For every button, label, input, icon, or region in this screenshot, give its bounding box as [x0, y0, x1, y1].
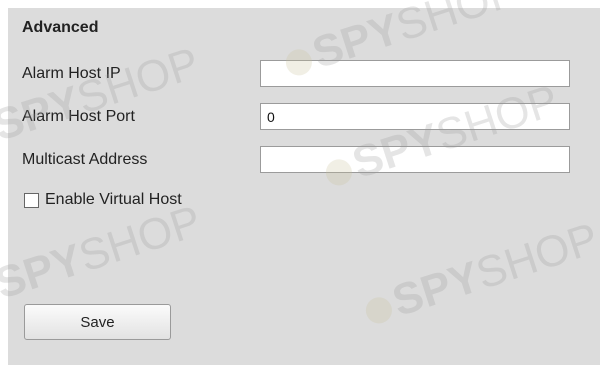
enable-virtual-host-checkbox[interactable]	[24, 192, 39, 208]
alarm-host-port-input[interactable]	[260, 103, 570, 130]
section-title: Advanced	[22, 19, 99, 36]
advanced-panel: Advanced Alarm Host IP Alarm Host Port M…	[8, 8, 600, 365]
alarm-host-ip-input[interactable]	[260, 60, 570, 87]
enable-virtual-host-label[interactable]: Enable Virtual Host	[45, 191, 182, 209]
alarm-host-ip-label: Alarm Host IP	[22, 65, 121, 82]
enable-virtual-host-row[interactable]: Enable Virtual Host	[24, 191, 182, 209]
multicast-address-input[interactable]	[260, 146, 570, 173]
alarm-host-port-label: Alarm Host Port	[22, 108, 135, 125]
save-button[interactable]: Save	[24, 304, 171, 340]
multicast-address-label: Multicast Address	[22, 151, 148, 168]
